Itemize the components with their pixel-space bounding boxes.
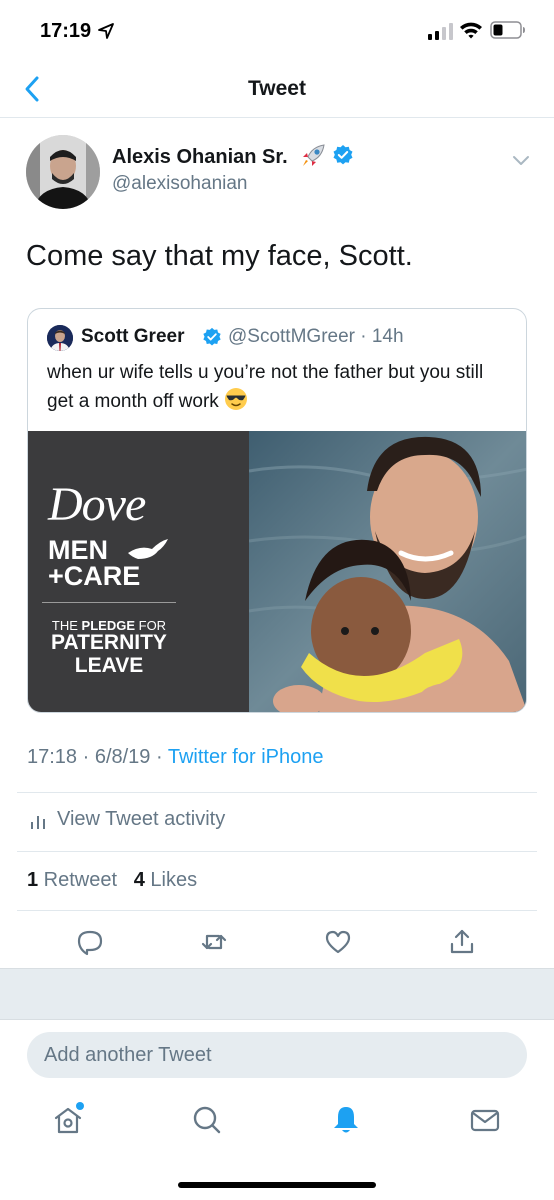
quoted-meta: @ScottMGreer · 14h — [228, 326, 404, 347]
share-icon — [450, 929, 474, 954]
verified-badge-icon — [333, 145, 353, 165]
retweets-count: 1 — [27, 869, 39, 891]
avatar[interactable] — [26, 135, 100, 209]
tab-search[interactable] — [187, 1100, 227, 1140]
cellular-signal-icon — [428, 23, 453, 40]
home-unread-dot — [76, 1102, 84, 1110]
section-separator — [0, 968, 554, 1020]
retweets-label: Retweet — [38, 869, 118, 891]
view-activity-label: View Tweet activity — [57, 808, 226, 830]
likes-count: 4 — [133, 869, 145, 891]
retweets-count-link[interactable]: 1 Retweet — [27, 869, 117, 891]
like-button[interactable] — [318, 922, 358, 962]
quoted-tweet-card[interactable]: Scott Greer @ScottMGreer · 14h when ur w… — [27, 308, 527, 713]
analytics-bars-icon — [31, 816, 45, 829]
paternity-text: PATERNITY — [51, 631, 167, 654]
heart-icon — [325, 930, 351, 954]
reply-icon — [77, 930, 103, 956]
tweet-source-link[interactable]: Twitter for iPhone — [168, 746, 324, 768]
engagement-counts: 1 Retweet 4 Likes — [27, 869, 197, 892]
tweet-datetime: 17:18 · 6/8/19 · — [27, 746, 168, 768]
tweet-text: Come say that my face, Scott. — [26, 240, 413, 272]
care-text: +CARE — [48, 561, 141, 591]
sunglasses-emoji-icon — [225, 388, 248, 410]
dove-ad-panel: Dove MEN +CARE THE PLEDGE FOR PATERNITY … — [28, 431, 249, 712]
location-arrow-icon — [98, 23, 114, 39]
quoted-text-body: when ur wife tells u you’re not the fath… — [47, 362, 484, 412]
share-button[interactable] — [442, 922, 482, 962]
quoted-text: when ur wife tells u you’re not the fath… — [47, 359, 507, 416]
dove-divider — [42, 602, 176, 603]
search-icon — [193, 1106, 221, 1134]
tweet-actions — [0, 922, 554, 962]
divider — [17, 792, 537, 793]
tweet-timestamp: 17:18 · 6/8/19 · Twitter for iPhone — [27, 746, 323, 769]
chevron-down-icon[interactable] — [510, 149, 532, 171]
tweet-author: Alexis Ohanian Sr. @alexisohanian — [26, 135, 536, 215]
battery-icon — [490, 21, 525, 39]
reply-button[interactable] — [70, 922, 110, 962]
retweet-icon — [201, 934, 227, 950]
avatar-photo — [26, 135, 100, 209]
author-handle[interactable]: @alexisohanian — [112, 173, 248, 195]
quoted-author-name: Scott Greer — [81, 326, 185, 347]
divider — [17, 910, 537, 911]
likes-label: Likes — [144, 869, 198, 891]
verified-badge-icon — [203, 327, 221, 346]
likes-count-link[interactable]: 4 Likes — [134, 869, 197, 891]
dove-logo-text: Dove — [48, 478, 146, 531]
tab-bar — [0, 1090, 554, 1160]
add-tweet-input[interactable]: Add another Tweet — [27, 1032, 527, 1078]
tab-notifications[interactable] — [326, 1100, 366, 1140]
quoted-avatar — [47, 325, 73, 351]
leave-text: LEAVE — [74, 654, 144, 677]
bell-icon — [334, 1107, 358, 1133]
divider — [17, 851, 537, 852]
page-title: Tweet — [248, 77, 306, 100]
wifi-icon — [460, 22, 482, 39]
home-indicator — [178, 1182, 376, 1188]
author-name[interactable]: Alexis Ohanian Sr. — [112, 146, 288, 169]
retweet-button[interactable] — [194, 922, 234, 962]
status-bar: 17:19 — [0, 0, 554, 60]
quoted-media[interactable]: Dove MEN +CARE THE PLEDGE FOR PATERNITY … — [28, 431, 526, 712]
nav-header: Tweet — [0, 60, 554, 118]
dove-bird-icon — [128, 539, 168, 559]
rocket-emoji-icon — [303, 144, 325, 166]
status-time: 17:19 — [40, 20, 92, 42]
tab-messages[interactable] — [465, 1100, 505, 1140]
father-daughter-photo — [249, 431, 526, 712]
mail-icon — [470, 1109, 500, 1132]
add-tweet-placeholder: Add another Tweet — [44, 1044, 212, 1066]
